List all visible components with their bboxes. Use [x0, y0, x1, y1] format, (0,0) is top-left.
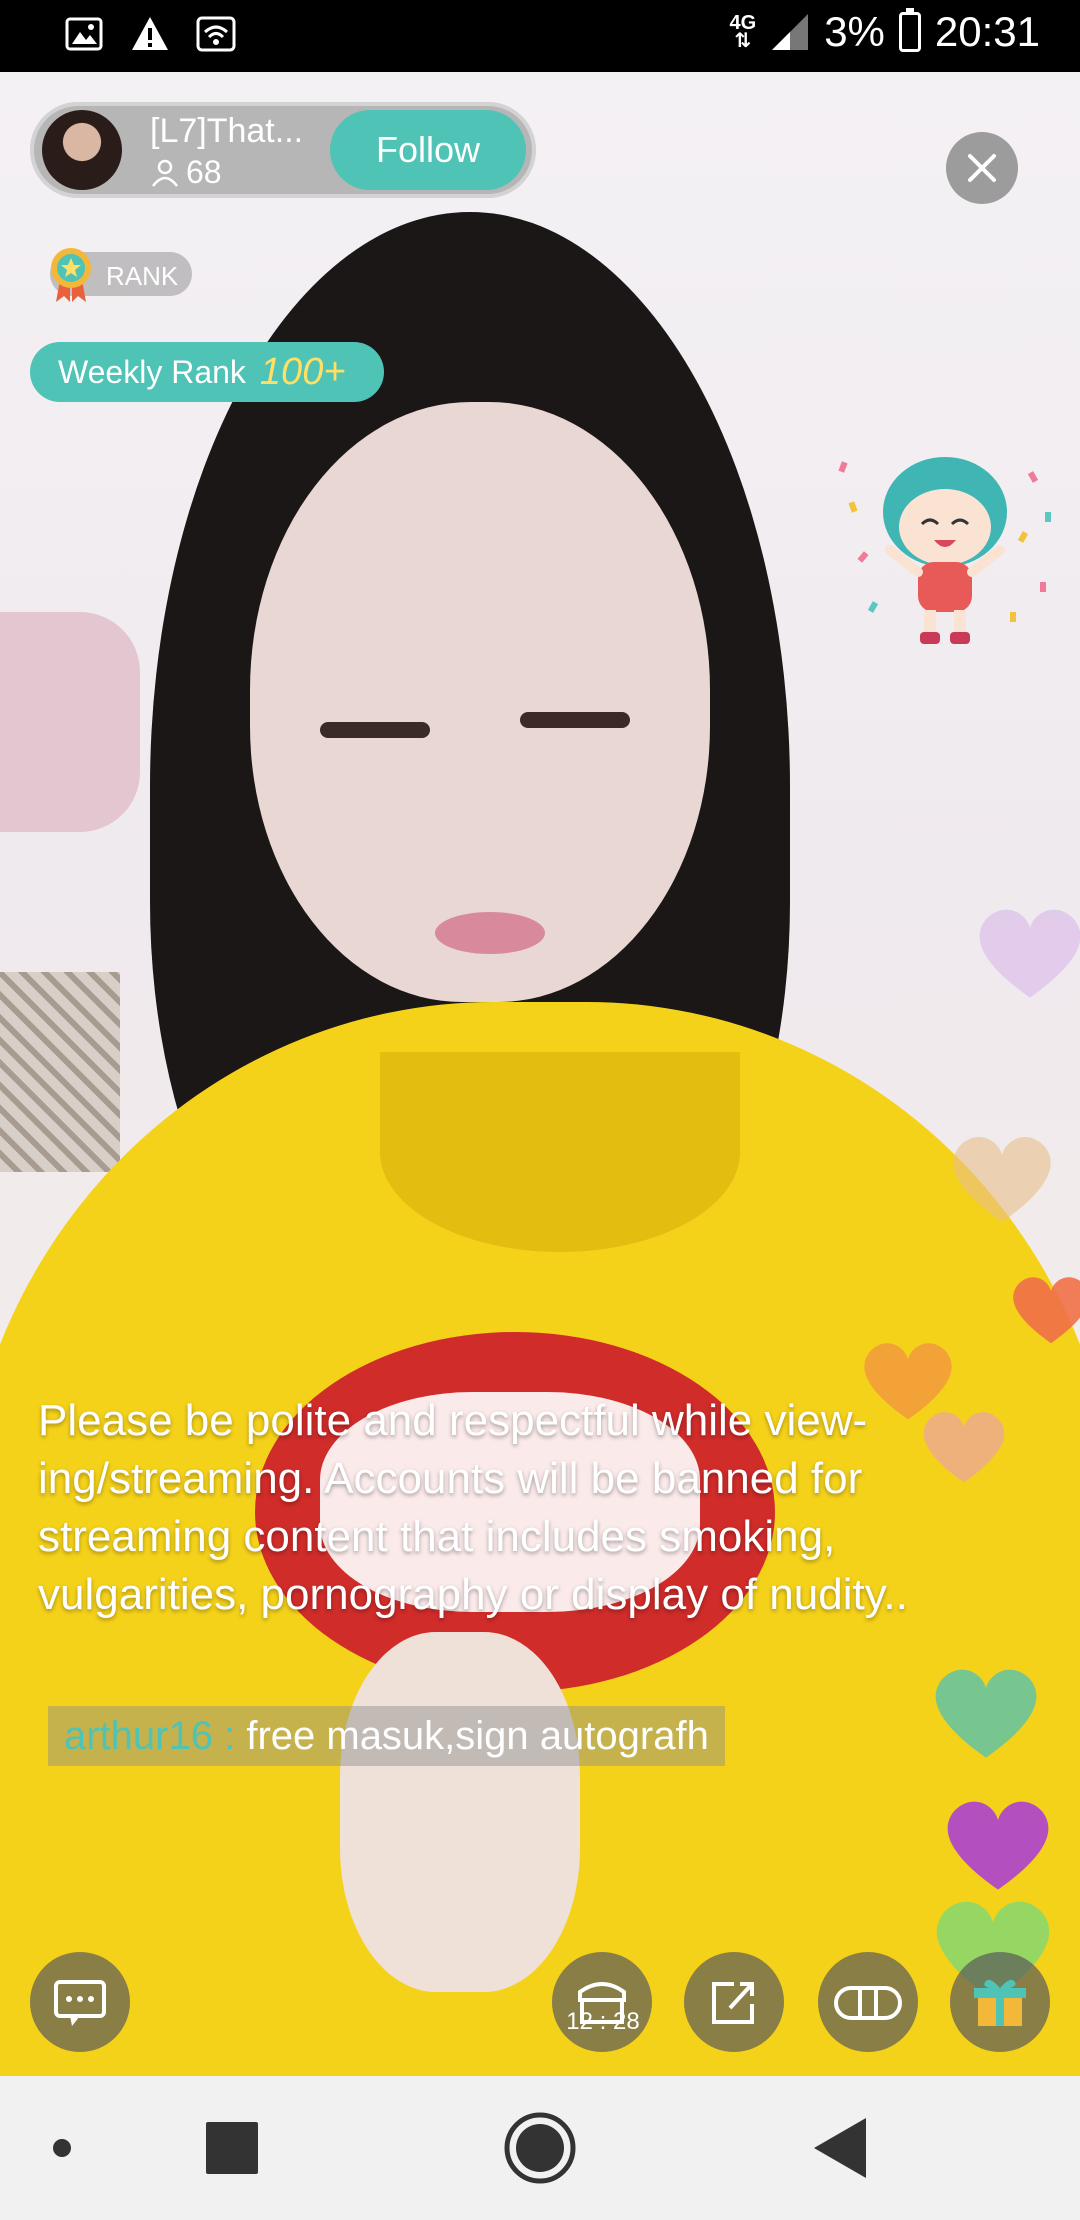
- dot-icon: [53, 2139, 71, 2157]
- signal-icon: [772, 14, 809, 50]
- streamer-lips: [435, 912, 545, 954]
- streamer-eye-left: [320, 722, 430, 738]
- pk-button[interactable]: [552, 1952, 652, 2052]
- floating-heart-icon: [1013, 1277, 1080, 1344]
- back-triangle-icon: [814, 2118, 866, 2178]
- nav-back-button[interactable]: [800, 2076, 880, 2220]
- background-blanket: [0, 972, 120, 1172]
- hoodie-collar: [380, 1052, 740, 1252]
- moderation-notice: Please be polite and respectful while vi…: [38, 1396, 908, 1619]
- comment-button[interactable]: [30, 1952, 130, 2052]
- close-icon: [968, 154, 996, 182]
- battery-icon: [898, 8, 921, 52]
- chat-message: arthur16 : free masuk,sign autografh: [48, 1706, 725, 1766]
- chat-separator: :: [212, 1713, 247, 1758]
- battery-percent: 3%: [824, 8, 885, 55]
- gift-button[interactable]: [950, 1952, 1050, 2052]
- home-circle-icon: [504, 2112, 576, 2184]
- person-icon: [152, 159, 178, 187]
- viewer-count-value: 68: [186, 154, 222, 190]
- host-name: [L7]That...: [150, 112, 304, 150]
- follow-button[interactable]: Follow: [330, 110, 526, 190]
- streamer-hands: [340, 1632, 580, 1992]
- navigation-bar: [0, 2076, 1080, 2220]
- host-avatar[interactable]: [42, 110, 122, 190]
- square-icon: [206, 2122, 258, 2174]
- rank-badge[interactable]: RANK: [50, 248, 192, 302]
- floating-heart-icon: [935, 1669, 1037, 1758]
- floating-heart-icon: [979, 909, 1080, 998]
- dual-pill-icon: [834, 1986, 902, 2020]
- background-pillow: [0, 612, 140, 832]
- status-bar: 4G ⇅ 3% 20:31: [0, 0, 1080, 72]
- floating-heart-icon: [953, 1137, 1051, 1223]
- alert-icon: [132, 17, 168, 50]
- wifi-icon: [196, 16, 236, 52]
- weekly-rank-value: 100+: [259, 350, 346, 393]
- network-type: 4G ⇅: [729, 12, 757, 52]
- chat-username[interactable]: arthur16: [64, 1714, 213, 1759]
- nav-dot-button[interactable]: [30, 2076, 94, 2220]
- rank-label: RANK: [106, 261, 179, 291]
- close-button[interactable]: [946, 132, 1018, 204]
- share-button[interactable]: [684, 1952, 784, 2052]
- weekly-rank-label: Weekly Rank: [58, 353, 246, 390]
- image-icon: [65, 17, 103, 51]
- chibi-celebration-sticker: [838, 457, 1051, 644]
- pk-timer: 12 : 28: [566, 2008, 640, 2035]
- private-chat-button[interactable]: [818, 1952, 918, 2052]
- live-stream-view[interactable]: [L7]That... 68 Follow RANK Weekly Rank 1…: [0, 72, 1080, 2076]
- viewer-count: 68: [150, 154, 222, 191]
- chat-text: free masuk,sign autografh: [246, 1713, 709, 1758]
- medal-icon: [51, 248, 91, 302]
- weekly-rank-pill[interactable]: Weekly Rank 100+: [30, 342, 384, 402]
- streamer-eye-right: [520, 712, 630, 728]
- host-card[interactable]: [L7]That... 68 Follow: [30, 102, 536, 198]
- share-icon: [712, 1982, 754, 2024]
- status-time: 20:31: [934, 8, 1040, 55]
- chat-bubble-icon: [54, 1980, 106, 2026]
- nav-recents-button[interactable]: [190, 2076, 274, 2220]
- gift-icon: [974, 1979, 1026, 2026]
- nav-home-button[interactable]: [490, 2076, 590, 2220]
